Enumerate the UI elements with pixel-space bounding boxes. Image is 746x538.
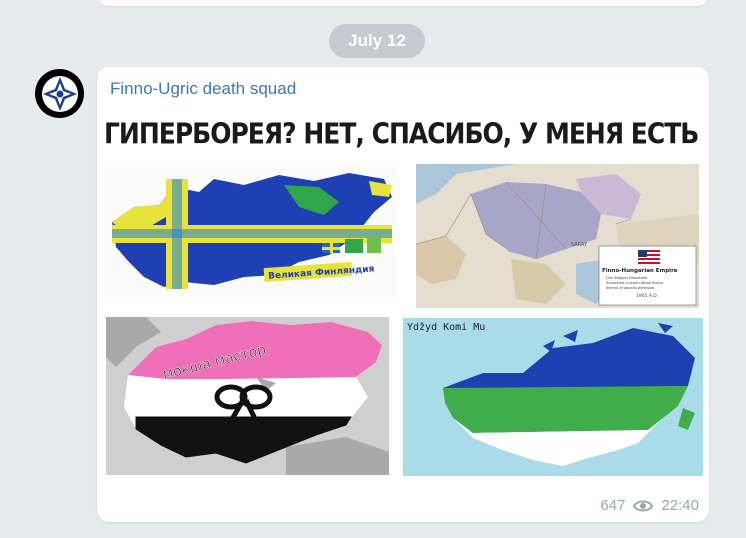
panel2-legend-line-1: Finn-Magyar Birodalom <box>606 276 648 280</box>
eye-icon <box>633 499 654 513</box>
panel2-place-label: SARAY <box>571 242 588 248</box>
message-photo[interactable]: ГИПЕРБОРЕЯ? НЕТ, СПАСИБО, У МЕНЯ ЕСТЬ ЭТ… <box>99 111 707 481</box>
panel2-legend-line-3: Финно-Угорская империя <box>606 286 654 290</box>
panel2-legend-title: Finno-Hungarian Empire <box>602 268 678 274</box>
us-flag-icon <box>638 250 660 264</box>
date-separator: July 12 <box>329 24 425 58</box>
meme-heading: ГИПЕРБОРЕЯ? НЕТ, СПАСИБО, У МЕНЯ ЕСТЬ ЭТ… <box>104 117 707 151</box>
panel2-legend-year: 1905 A.D. <box>636 293 658 299</box>
view-count: 647 <box>600 497 626 514</box>
star-emblem-icon <box>41 75 78 112</box>
map-ydzhyd-komi-mu: Ydžyd Komi Mu <box>403 318 703 476</box>
message-time: 22:40 <box>661 497 699 514</box>
channel-avatar[interactable] <box>35 69 84 118</box>
finno-hungarian-map-art: SARAY Finno-Hungarian Empire Finn-Magyar… <box>416 164 699 308</box>
map-finno-hungarian-empire: SARAY Finno-Hungarian Empire Finn-Magyar… <box>416 164 699 308</box>
sender-name[interactable]: Finno-Ugric death squad <box>110 79 296 99</box>
previous-message-bubble <box>97 0 709 6</box>
panel2-legend-line-2: Suomalais-Unkarin Keisarikunta <box>606 281 663 285</box>
komi-map-art: Ydžyd Komi Mu <box>403 318 703 476</box>
map-moksha-mastor: мокша мастор <box>106 317 389 475</box>
message-bubble[interactable]: Finno-Ugric death squad ГИПЕРБОРЕЯ? НЕТ,… <box>97 67 709 522</box>
panel4-label: Ydžyd Komi Mu <box>407 321 485 333</box>
greater-finland-map-art: Великая Финляндия <box>112 173 392 289</box>
message-meta: 647 22:40 <box>600 497 699 514</box>
moksha-mastor-map-art: мокша мастор <box>106 317 389 475</box>
map-greater-finland: Великая Финляндия <box>104 167 396 297</box>
